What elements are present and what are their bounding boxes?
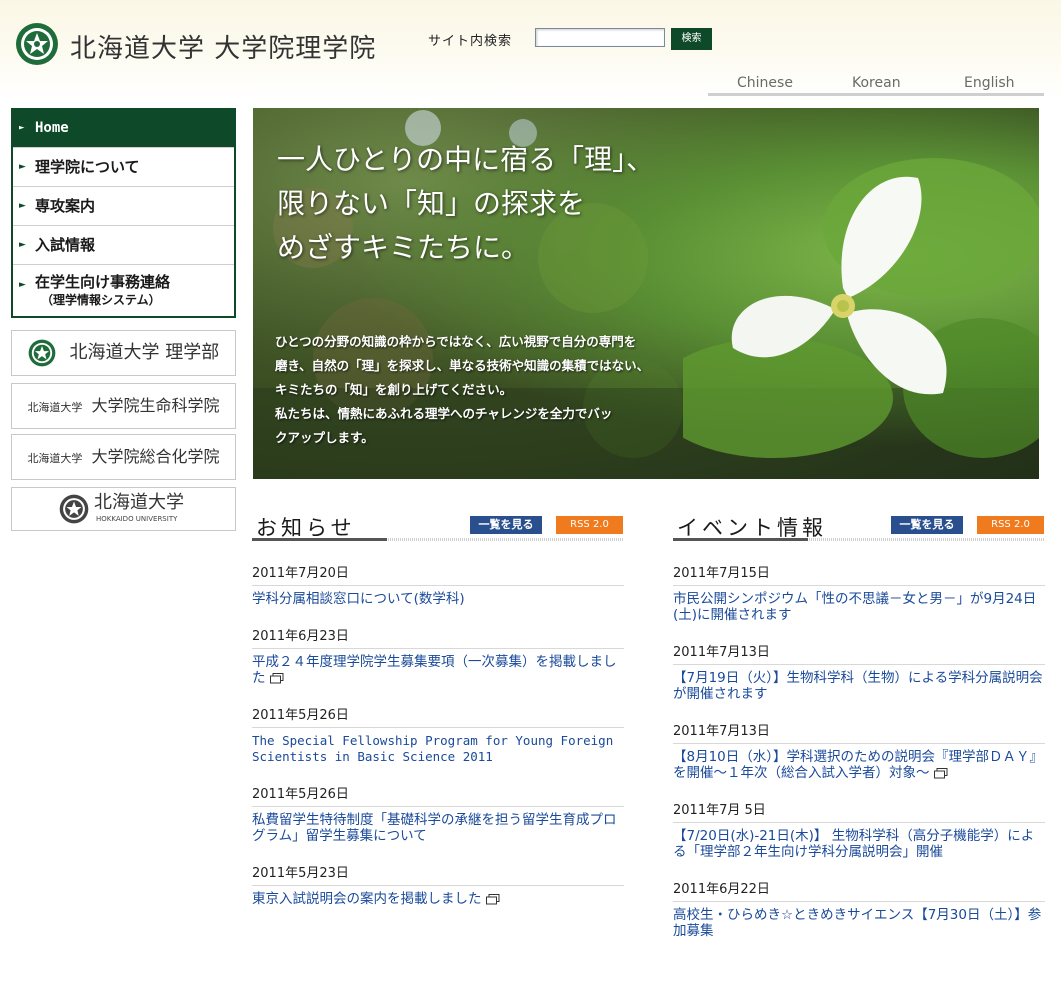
entry-date: 2011年7月20日 — [252, 562, 624, 586]
entry-date: 2011年7月15日 — [673, 562, 1045, 586]
university-emblem-icon — [59, 494, 89, 524]
news-view-all-button[interactable]: 一覧を見る — [470, 516, 542, 534]
arrow-right-icon: ► — [19, 201, 26, 211]
entry-date: 2011年7月 5日 — [673, 799, 1045, 823]
news-section: お知らせ 一覧を見る RSS 2.0 2011年7月20日 学科分属相談窓口につ… — [252, 510, 624, 907]
header: 北海道大学 大学院理学院 サイト内検索 検索 Chinese Korean En… — [0, 0, 1061, 100]
university-emblem-icon[interactable] — [15, 22, 59, 66]
entry-link-text[interactable]: 平成２４年度理学院学生募集要項（一次募集）を掲載しました — [252, 654, 617, 686]
entry-date: 2011年5月26日 — [252, 704, 624, 728]
nav-item-label: 理学院について — [35, 158, 140, 176]
lang-link-chinese[interactable]: Chinese — [737, 75, 793, 91]
news-rss-button[interactable]: RSS 2.0 — [556, 516, 623, 534]
divider — [673, 538, 808, 541]
entry-link[interactable]: 私費留学生特待制度「基礎科学の承継を担う留学生育成プログラム」留学生募集について — [252, 812, 624, 844]
external-window-icon — [933, 767, 947, 778]
entry-link[interactable]: 【8月10日（水）】学科選択のための説明会『理学部ＤＡＹ』を開催～１年次（総合入… — [673, 749, 1045, 781]
language-bar: Chinese Korean English — [708, 72, 1044, 96]
nav-item-label: Home — [35, 120, 69, 136]
sidebar-nav: ► Home ► 理学院について ► 専攻案内 ► 入試情報 ► 在学生向け事務… — [11, 108, 236, 318]
link-sublabel: HOKKAIDO UNIVERSITY — [96, 515, 178, 523]
entry-link-text[interactable]: 【8月10日（水）】学科選択のための説明会『理学部ＤＡＹ』を開催～１年次（総合入… — [673, 749, 1043, 781]
entry-link[interactable]: 高校生・ひらめき☆ときめきサイエンス【7月30日（土）】参加募集 — [673, 907, 1045, 939]
link-prefix: 北海道大学 — [27, 452, 83, 465]
entry-date: 2011年5月23日 — [252, 862, 624, 886]
link-prefix: 北海道大学 — [27, 401, 83, 414]
entry-date: 2011年6月22日 — [673, 878, 1045, 902]
event-entry: 2011年6月22日 高校生・ひらめき☆ときめきサイエンス【7月30日（土）】参… — [673, 878, 1045, 939]
nav-item-sublabel: （理学情報システム） — [41, 293, 161, 307]
events-view-all-button[interactable]: 一覧を見る — [891, 516, 963, 534]
link-label: 大学院総合化学院 — [91, 447, 220, 466]
link-label: 大学院生命科学院 — [91, 396, 220, 415]
entry-date: 2011年6月23日 — [252, 625, 624, 649]
event-entry: 2011年7月13日 【8月10日（水）】学科選択のための説明会『理学部ＤＡＹ』… — [673, 720, 1045, 781]
events-rss-button[interactable]: RSS 2.0 — [977, 516, 1044, 534]
external-window-icon — [269, 672, 283, 683]
nav-item-label: 入試情報 — [35, 236, 96, 254]
arrow-right-icon: ► — [19, 280, 26, 290]
entry-date: 2011年7月13日 — [673, 641, 1045, 665]
entry-link[interactable]: 市民公開シンポジウム「性の不思議－女と男－」が9月24日(土)に開催されます — [673, 591, 1045, 623]
hero-banner: 一人ひとりの中に宿る「理」、 限りない「知」の探求を めざすキミたちに。 ひとつ… — [253, 108, 1039, 479]
event-entry: 2011年7月 5日 【7/20日(水)-21日(木)】 生物科学科（高分子機能… — [673, 799, 1045, 860]
entry-link-text[interactable]: 東京入試説明会の案内を掲載しました — [252, 891, 482, 907]
nav-item-about[interactable]: ► 理学院について — [13, 147, 234, 186]
hero-heading: 一人ひとりの中に宿る「理」、 限りない「知」の探求を めざすキミたちに。 — [277, 143, 655, 264]
arrow-right-icon: ► — [19, 123, 25, 133]
link-label: 北海道大学 — [94, 492, 184, 513]
nav-item-admissions[interactable]: ► 入試情報 — [13, 225, 234, 264]
link-chemical-sciences[interactable]: 北海道大学 大学院総合化学院 — [11, 434, 236, 480]
divider — [252, 538, 387, 541]
entry-link[interactable]: 【7月19日（火）】生物科学科（生物）による学科分属説明会が開催されます — [673, 670, 1045, 702]
lang-link-korean[interactable]: Korean — [852, 75, 901, 91]
news-entry: 2011年5月23日 東京入試説明会の案内を掲載しました — [252, 862, 624, 907]
news-header: お知らせ 一覧を見る RSS 2.0 — [252, 510, 624, 544]
events-header: イベント情報 一覧を見る RSS 2.0 — [673, 510, 1045, 544]
entry-link[interactable]: 【7/20日(水)-21日(木)】 生物科学科（高分子機能学）による「理学部２年… — [673, 828, 1045, 860]
trillium-flower-image — [683, 158, 1039, 458]
entry-date: 2011年7月13日 — [673, 720, 1045, 744]
hero-body-text: ひとつの分野の知識の枠からではなく、広い視野で自分の専門を 磨き、自然の「理」を… — [275, 334, 650, 445]
external-window-icon — [485, 893, 499, 904]
nav-item-majors[interactable]: ► 専攻案内 — [13, 186, 234, 225]
search-input[interactable] — [535, 28, 665, 47]
search-button[interactable]: 検索 — [671, 28, 712, 50]
events-section: イベント情報 一覧を見る RSS 2.0 2011年7月15日 市民公開シンポジ… — [673, 510, 1045, 939]
news-entry: 2011年5月26日 The Special Fellowship Progra… — [252, 704, 624, 765]
nav-item-home[interactable]: ► Home — [13, 110, 234, 147]
link-label: 北海道大学 理学部 — [69, 342, 220, 363]
entry-date: 2011年5月26日 — [252, 783, 624, 807]
link-life-science[interactable]: 北海道大学 大学院生命科学院 — [11, 383, 236, 429]
nav-item-student-notices[interactable]: ► 在学生向け事務連絡 （理学情報システム） — [13, 264, 234, 316]
news-entry: 2011年6月23日 平成２４年度理学院学生募集要項（一次募集）を掲載しました — [252, 625, 624, 686]
event-entry: 2011年7月13日 【7月19日（火）】生物科学科（生物）による学科分属説明会… — [673, 641, 1045, 702]
university-emblem-icon — [28, 339, 56, 367]
nav-item-label: 在学生向け事務連絡 — [35, 273, 171, 291]
link-faculty-of-science[interactable]: 北海道大学 理学部 — [11, 330, 236, 376]
lang-link-english[interactable]: English — [964, 75, 1015, 91]
news-entry: 2011年7月20日 学科分属相談窓口について(数学科) — [252, 562, 624, 607]
entry-link[interactable]: 東京入試説明会の案内を掲載しました — [252, 891, 624, 907]
site-title[interactable]: 北海道大学 大学院理学院 — [70, 28, 376, 65]
arrow-right-icon: ► — [19, 240, 26, 250]
news-entry: 2011年5月26日 私費留学生特待制度「基礎科学の承継を担う留学生育成プログラ… — [252, 783, 624, 844]
entry-link[interactable]: 学科分属相談窓口について(数学科) — [252, 591, 624, 607]
link-hokkaido-university[interactable]: 北海道大学 HOKKAIDO UNIVERSITY — [11, 487, 236, 531]
arrow-right-icon: ► — [19, 162, 26, 172]
nav-item-label: 専攻案内 — [35, 197, 96, 215]
entry-link[interactable]: The Special Fellowship Program for Young… — [252, 733, 624, 765]
entry-link[interactable]: 平成２４年度理学院学生募集要項（一次募集）を掲載しました — [252, 654, 624, 686]
event-entry: 2011年7月15日 市民公開シンポジウム「性の不思議－女と男－」が9月24日(… — [673, 562, 1045, 623]
search-label: サイト内検索 — [428, 34, 513, 49]
